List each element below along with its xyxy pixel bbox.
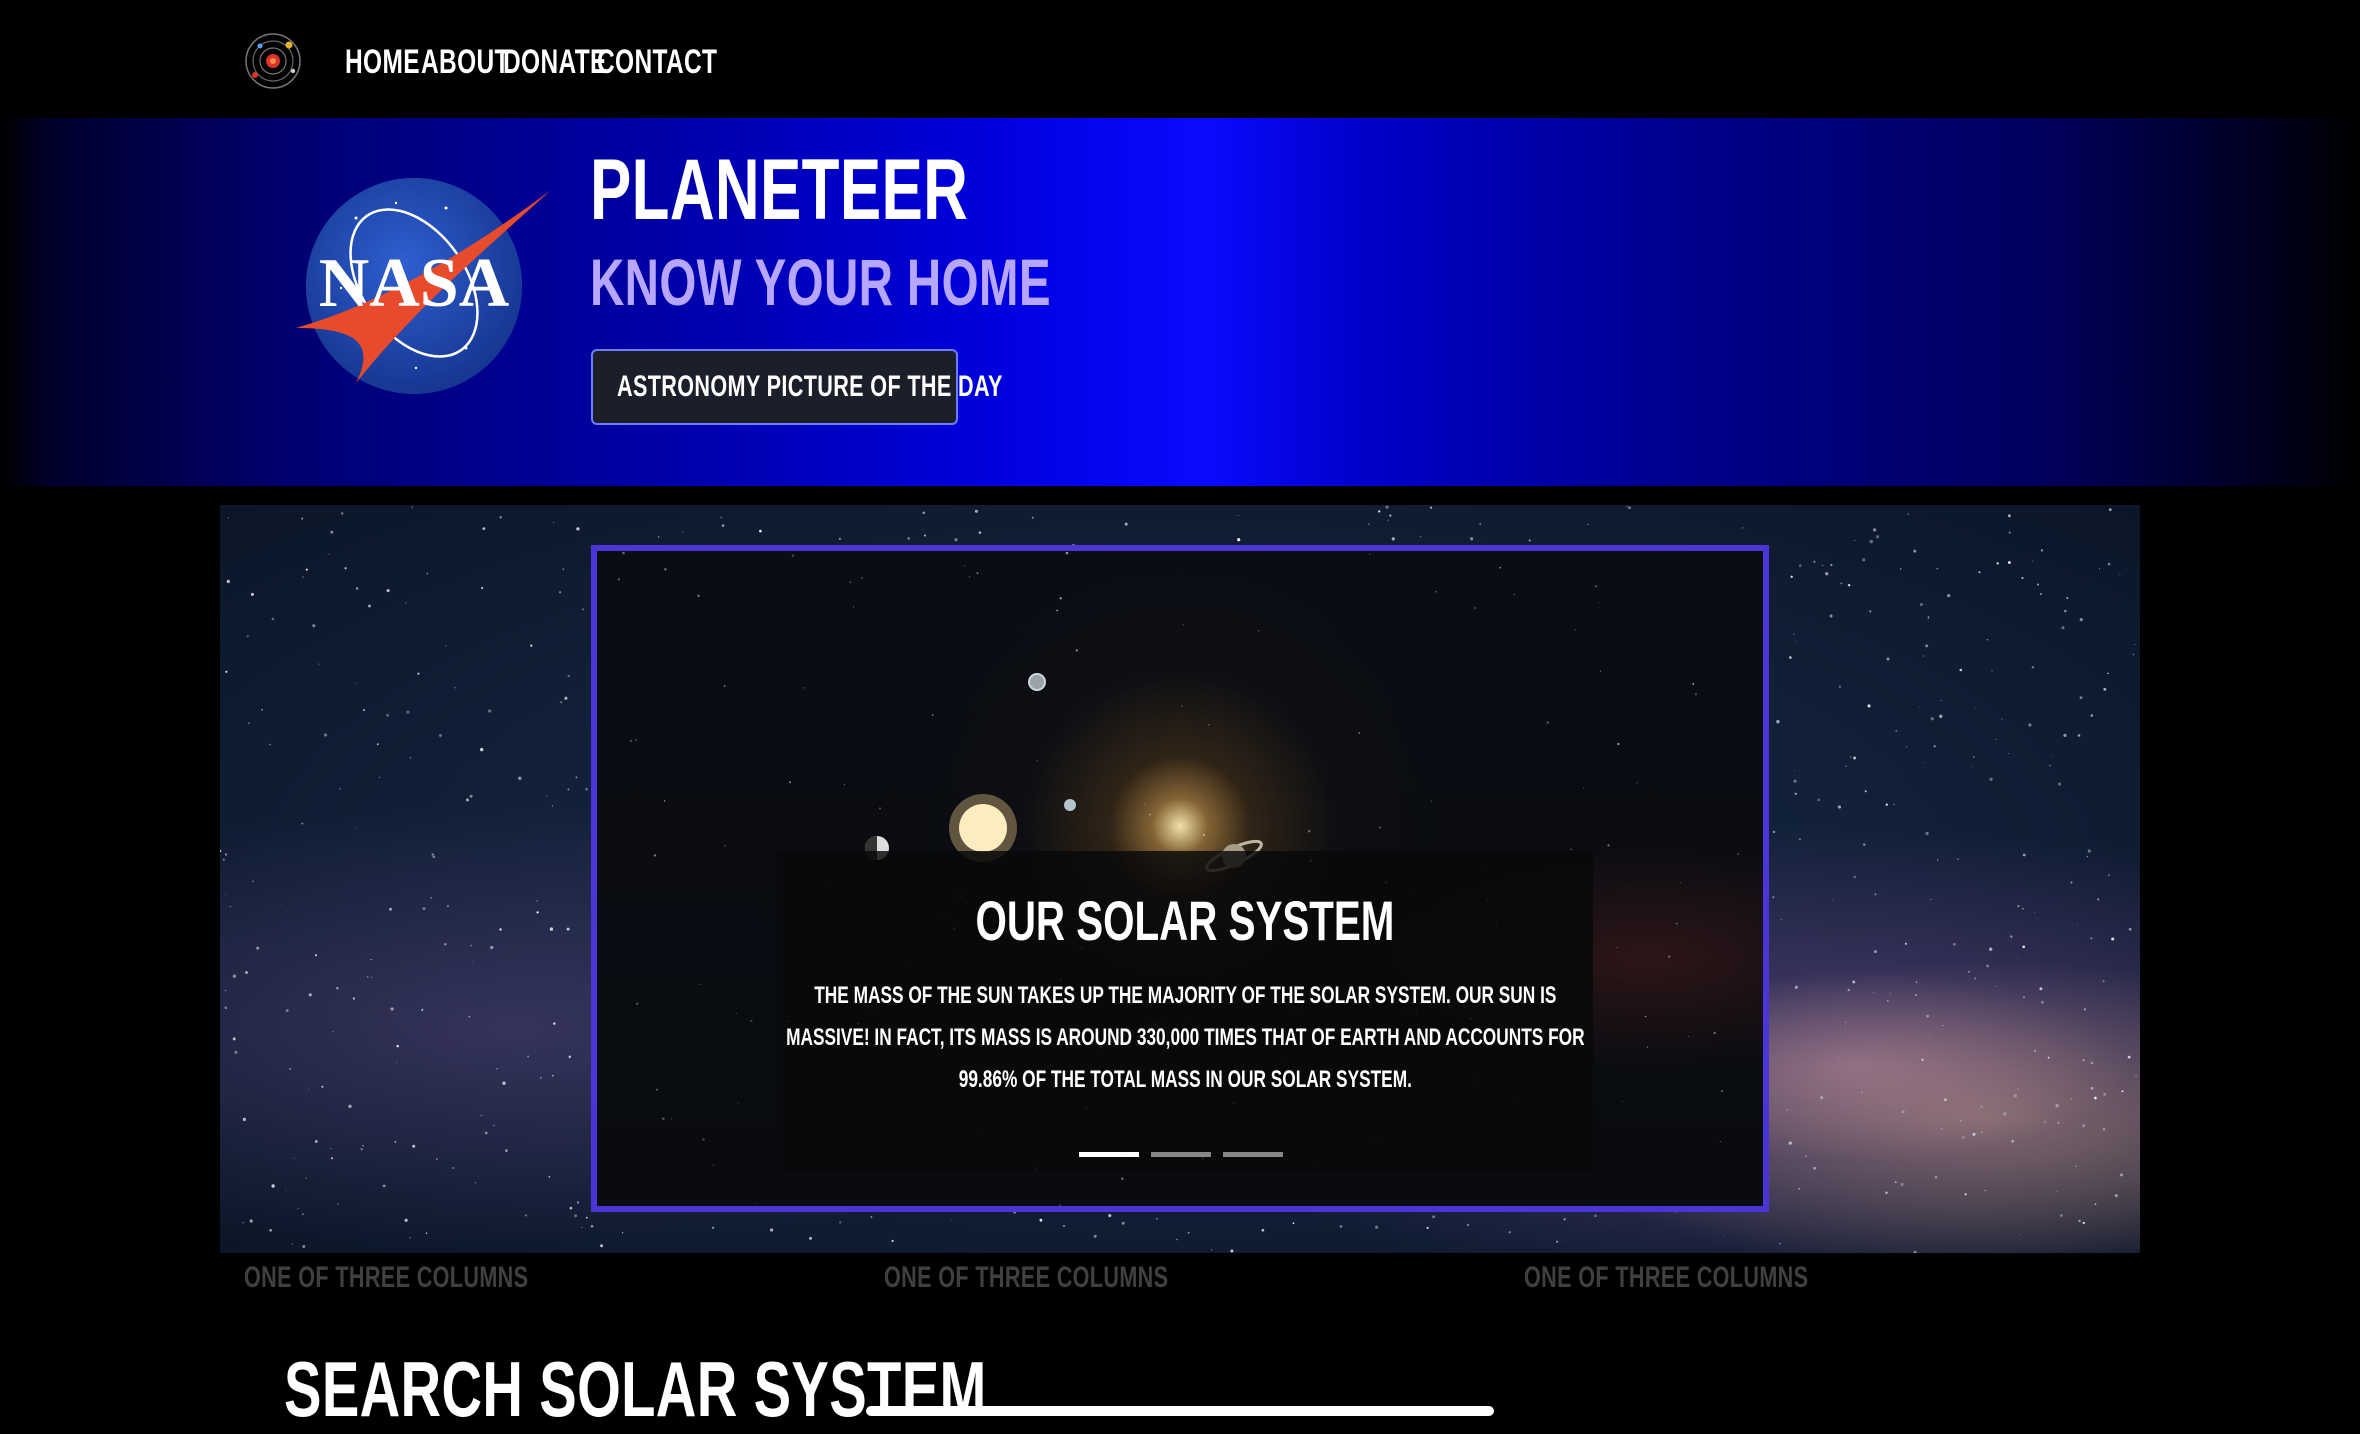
page-subtitle: KNOW YOUR HOME <box>590 245 1051 319</box>
astronomy-picture-button[interactable]: ASTRONOMY PICTURE OF THE DAY <box>591 349 1002 425</box>
nasa-logo-text: NASA <box>319 245 510 322</box>
column-2-label: ONE OF THREE COLUMNS <box>884 1261 1169 1294</box>
carousel[interactable]: OUR SOLAR SYSTEM THE MASS OF THE SUN TAK… <box>591 545 1769 1212</box>
carousel-caption: OUR SOLAR SYSTEM THE MASS OF THE SUN TAK… <box>777 851 1593 1171</box>
carousel-caption-text: THE MASS OF THE SUN TAKES UP THE MAJORIT… <box>786 982 1585 1093</box>
search-heading: SEARCH SOLAR SYSTEM <box>284 1345 987 1433</box>
carousel-indicators <box>777 1152 1593 1158</box>
carousel-indicator-1[interactable] <box>1079 1152 1139 1157</box>
navbar: HOME ABOUT DONATE CONTACT <box>0 0 2360 118</box>
solar-system-icon[interactable] <box>244 32 302 90</box>
nasa-logo: NASA <box>296 178 556 398</box>
carousel-indicator-2[interactable] <box>1151 1152 1211 1157</box>
nav-link-contact[interactable]: CONTACT <box>597 40 764 84</box>
carousel-caption-title: OUR SOLAR SYSTEM <box>975 889 1395 952</box>
column-1-label: ONE OF THREE COLUMNS <box>244 1261 529 1294</box>
column-3-label: ONE OF THREE COLUMNS <box>1524 1261 1809 1294</box>
search-input[interactable] <box>866 1406 1494 1416</box>
page-title: PLANETEER <box>590 142 969 238</box>
hero-banner: NASA PLANETEER KNOW YOUR HOME ASTRONOMY … <box>0 118 2360 486</box>
carousel-indicator-3[interactable] <box>1223 1152 1283 1157</box>
